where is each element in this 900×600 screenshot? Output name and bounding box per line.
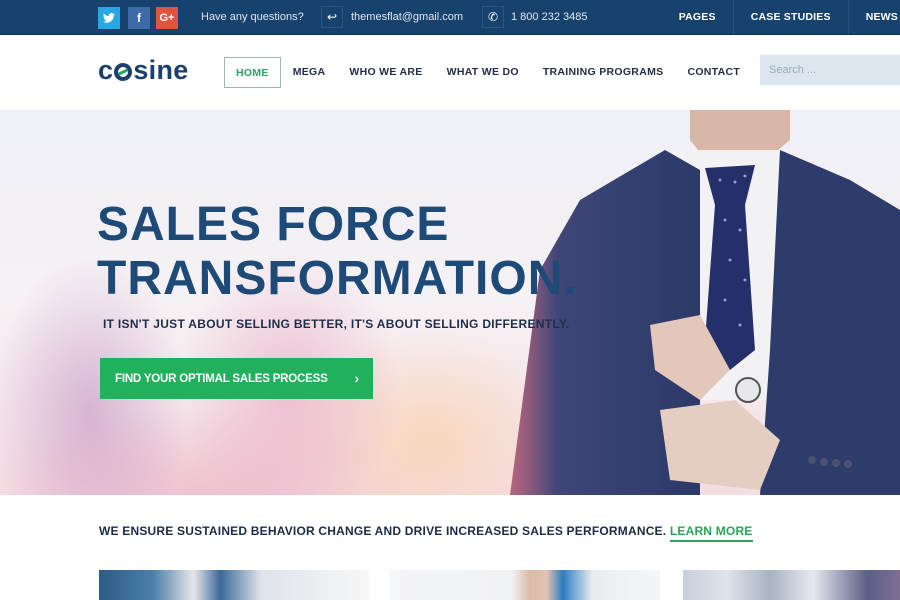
top-nav-news[interactable]: NEWS <box>847 0 900 35</box>
top-nav-pages[interactable]: PAGES <box>662 0 733 35</box>
service-image-3[interactable] <box>683 570 900 600</box>
nav-who-we-are[interactable]: WHO WE ARE <box>337 57 434 88</box>
hero-banner: SALES FORCE TRANSFORMATION. IT ISN'T JUS… <box>0 110 900 495</box>
top-bar: f G+ Have any questions? ↩ themesflat@gm… <box>0 0 900 35</box>
logo-prefix: c <box>98 55 114 85</box>
main-nav: HOME MEGA WHO WE ARE WHAT WE DO TRAINING… <box>224 57 752 88</box>
search-input[interactable] <box>760 55 900 85</box>
phone-number[interactable]: 1 800 232 3485 <box>511 11 587 23</box>
reply-icon: ↩ <box>321 6 343 28</box>
twitter-icon[interactable] <box>98 7 120 29</box>
hero-title-line1: SALES FORCE <box>97 198 450 251</box>
top-nav-case-studies[interactable]: CASE STUDIES <box>732 0 848 35</box>
top-nav: PAGES CASE STUDIES NEWS <box>662 0 900 35</box>
hero-title-line2: TRANSFORMATION. <box>97 252 578 305</box>
google-plus-icon[interactable]: G+ <box>156 7 178 29</box>
nav-mega[interactable]: MEGA <box>281 57 338 88</box>
chevron-right-icon: › <box>354 370 360 386</box>
find-sales-process-button[interactable]: FIND YOUR OPTIMAL SALES PROCESS › <box>100 358 373 399</box>
hero-title: SALES FORCE TRANSFORMATION. <box>97 198 578 306</box>
hero-subtitle: IT ISN'T JUST ABOUT SELLING BETTER, IT'S… <box>103 317 570 331</box>
facebook-icon[interactable]: f <box>128 7 150 29</box>
questions-text: Have any questions? <box>201 11 304 23</box>
nav-contact[interactable]: CONTACT <box>675 57 752 88</box>
logo[interactable]: c sine <box>98 55 189 85</box>
nav-what-we-do[interactable]: WHAT WE DO <box>435 57 531 88</box>
cta-label: FIND YOUR OPTIMAL SALES PROCESS <box>115 372 328 385</box>
email-link[interactable]: themesflat@gmail.com <box>351 11 463 23</box>
service-image-1[interactable] <box>99 570 369 600</box>
learn-more-link[interactable]: LEARN MORE <box>669 524 753 542</box>
phone-icon: ✆ <box>482 6 504 28</box>
logo-suffix: sine <box>133 55 189 85</box>
intro-tagline: WE ENSURE SUSTAINED BEHAVIOR CHANGE AND … <box>99 524 753 542</box>
service-image-2[interactable] <box>390 570 660 600</box>
nav-training-programs[interactable]: TRAINING PROGRAMS <box>531 57 676 88</box>
logo-chart-icon <box>114 63 133 81</box>
nav-home[interactable]: HOME <box>224 57 281 88</box>
tagline-text: WE ENSURE SUSTAINED BEHAVIOR CHANGE AND … <box>99 524 667 538</box>
